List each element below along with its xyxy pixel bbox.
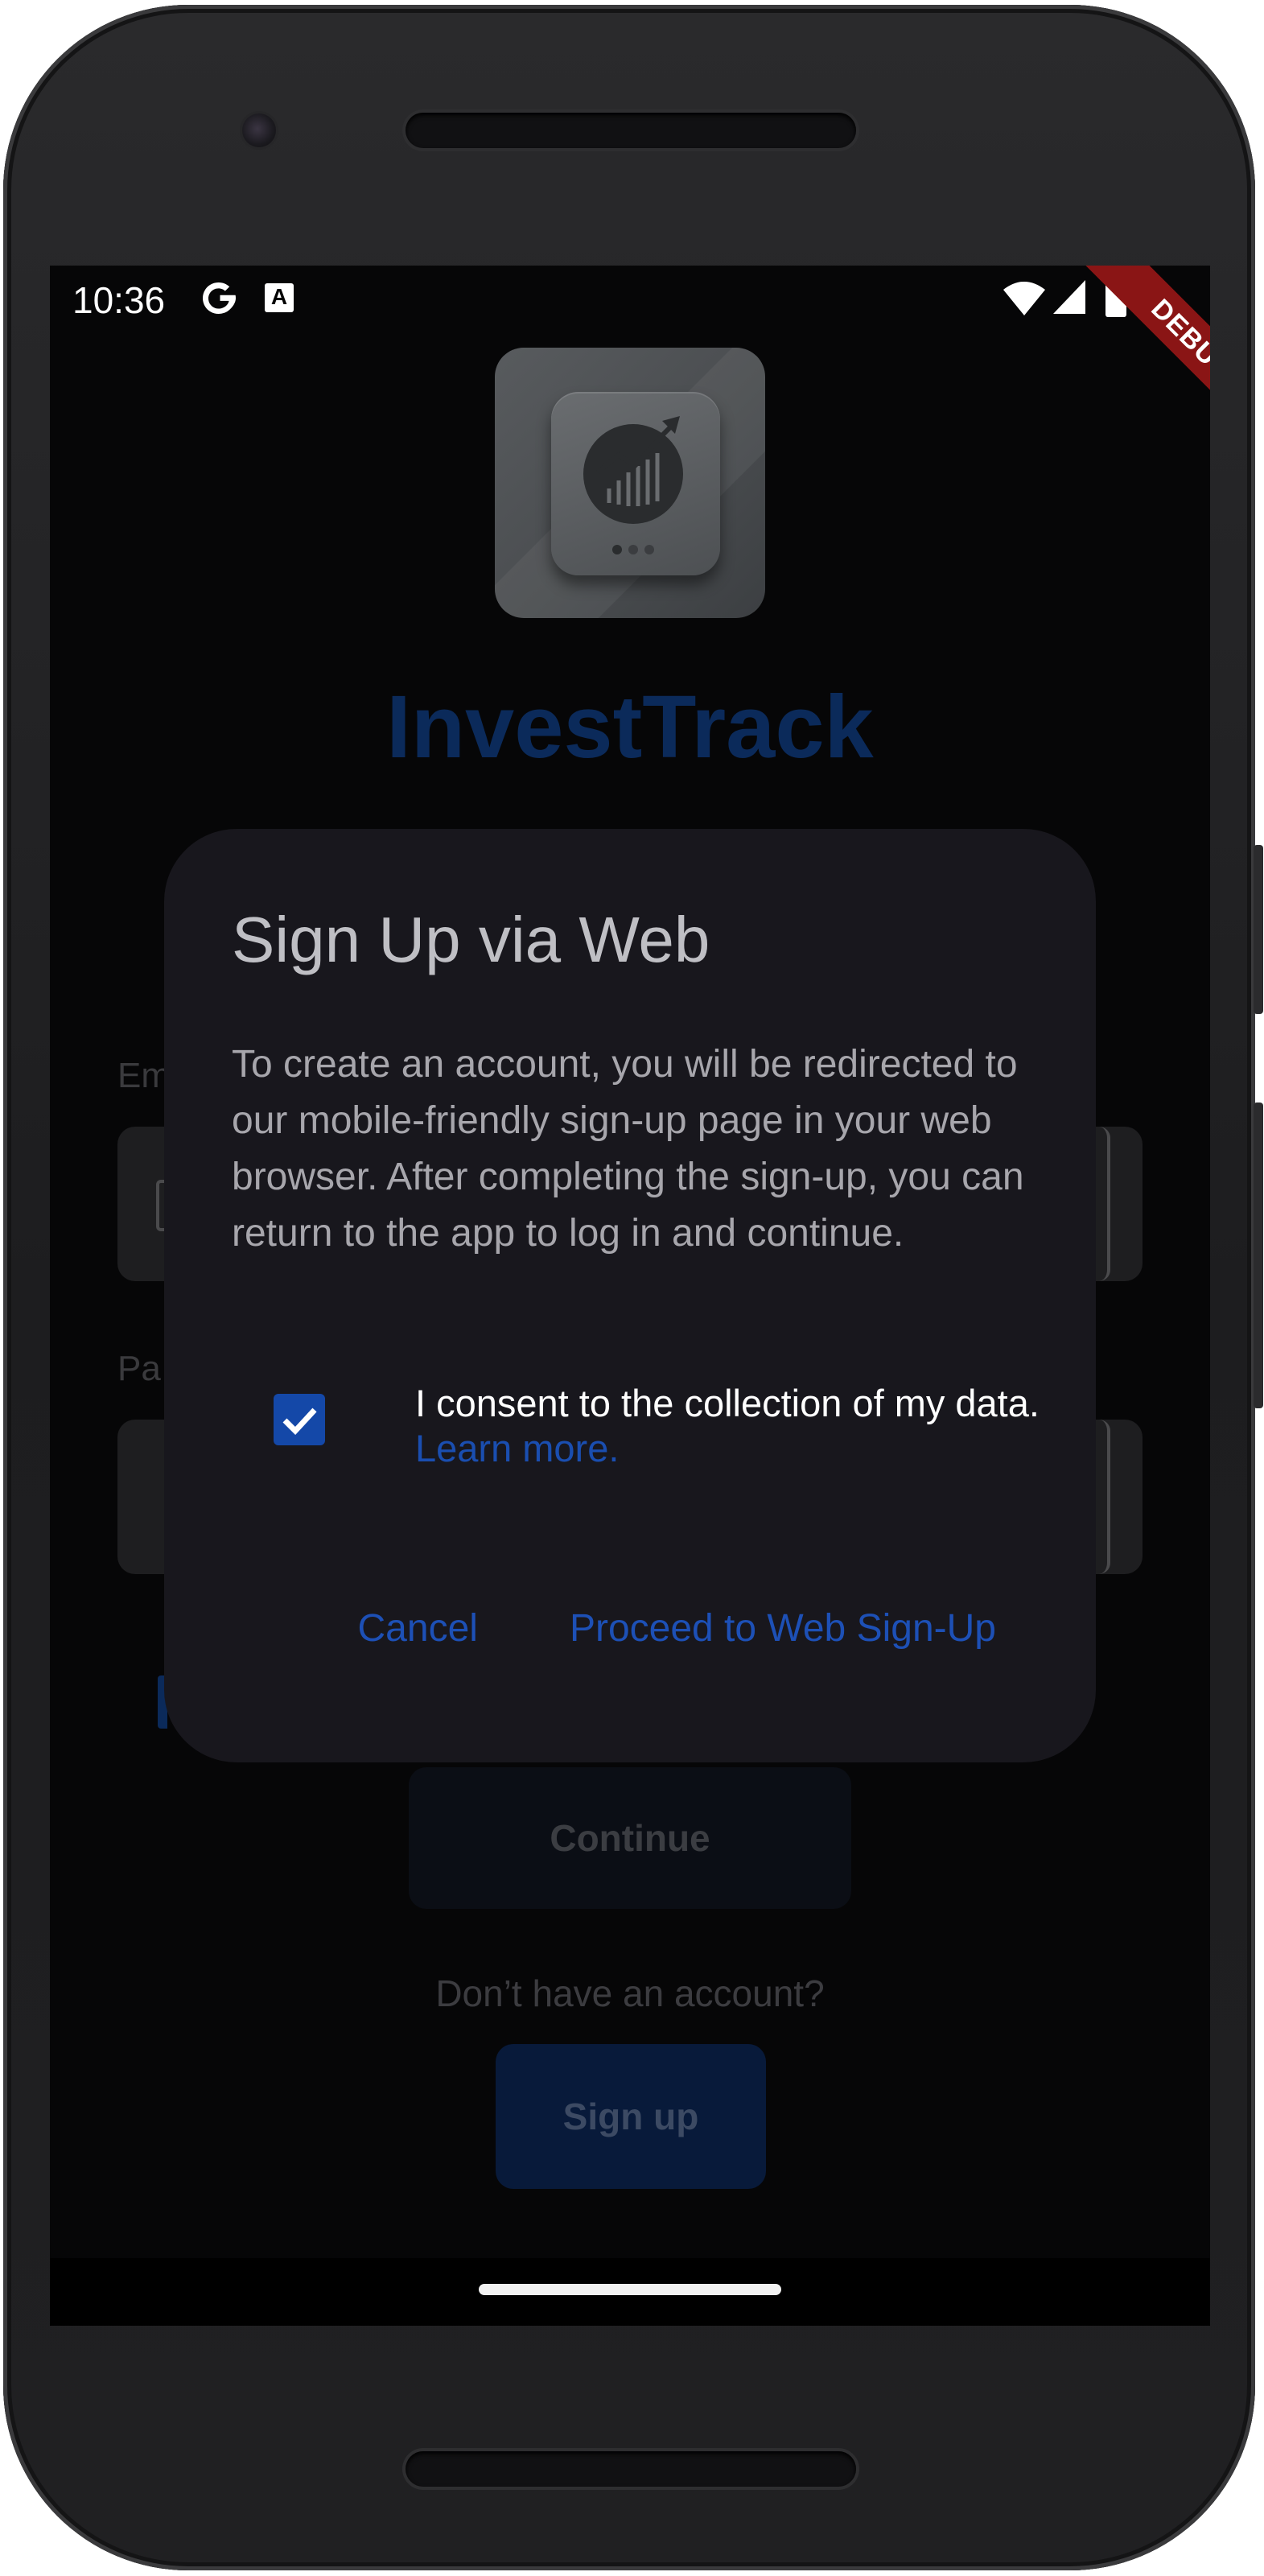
earpiece-speaker [406, 113, 856, 148]
password-label: Pa [117, 1349, 161, 1388]
consent-label: I consent to the collection of my data. [415, 1382, 1040, 1424]
chart-growth-icon [551, 392, 720, 575]
sign-up-button[interactable]: Sign up [496, 2044, 766, 2189]
status-time: 10:36 [72, 279, 166, 321]
proceed-button[interactable]: Proceed to Web Sign-Up [570, 1606, 996, 1651]
dialog-actions: Cancel Proceed to Web Sign-Up [358, 1606, 996, 1651]
dialog-title: Sign Up via Web [232, 904, 710, 975]
wifi-icon [1003, 282, 1045, 315]
dialog-body: To create an account, you will be redire… [232, 1043, 1024, 1255]
app-logo [495, 348, 765, 618]
app-title: InvestTrack [386, 678, 874, 777]
no-account-text: Don’t have an account? [435, 1972, 825, 2014]
power-button [1254, 845, 1263, 1014]
email-label: Em [117, 1056, 171, 1095]
cellular-icon [1053, 280, 1085, 314]
a-notification-icon: A [265, 283, 294, 312]
cancel-button[interactable]: Cancel [358, 1606, 478, 1651]
home-gesture-handle[interactable] [479, 2284, 781, 2295]
status-bar: 10:36 A [50, 266, 1210, 336]
sign-up-dialog: Sign Up via Web To create an account, yo… [164, 829, 1096, 1762]
screen: 10:36 A DEBUG InvestTrack Em Pa Continue… [50, 266, 1210, 2326]
volume-button [1254, 1103, 1263, 1408]
google-icon [203, 282, 236, 314]
navigation-bar [50, 2258, 1210, 2326]
checkmark-icon [282, 1408, 317, 1436]
consent-checkbox[interactable] [274, 1394, 325, 1445]
consent-text: I consent to the collection of my data. … [415, 1381, 1083, 1471]
front-camera [242, 113, 276, 147]
bottom-speaker [406, 2451, 856, 2487]
learn-more-link[interactable]: Learn more. [415, 1426, 1083, 1471]
continue-button[interactable]: Continue [409, 1767, 851, 1909]
